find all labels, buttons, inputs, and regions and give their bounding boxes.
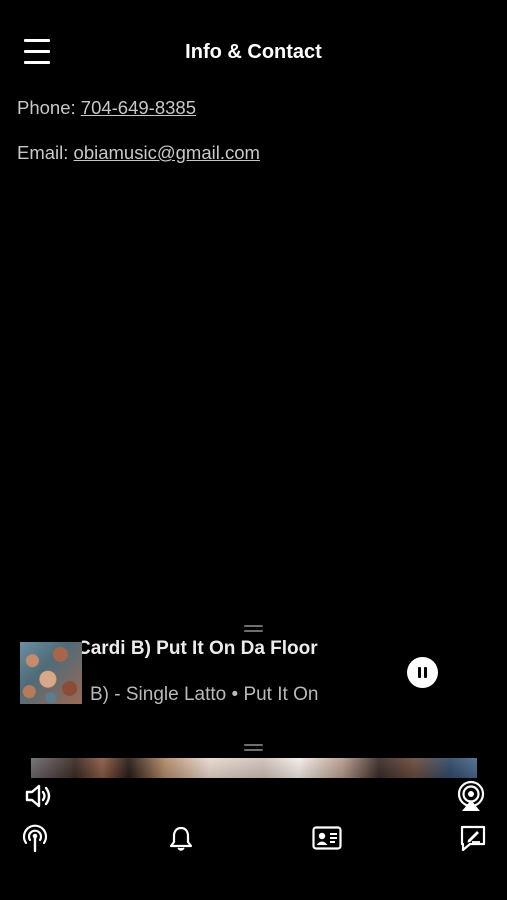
player-drag-handle[interactable] [244, 625, 263, 633]
contact-card-icon[interactable] [312, 826, 342, 850]
pause-button[interactable] [407, 657, 438, 688]
phone-label: Phone: [17, 97, 76, 118]
compose-message-icon[interactable] [459, 824, 487, 851]
airplay-icon[interactable] [455, 780, 487, 812]
speaker-volume-icon[interactable] [24, 782, 54, 810]
email-label: Email: [17, 142, 69, 163]
email-line: Email: obiamusic@gmail.com [17, 142, 260, 164]
email-link[interactable]: obiamusic@gmail.com [74, 142, 260, 163]
mini-player[interactable]: Cardi B) Put It On Da Floor B) - Single … [0, 636, 507, 716]
album-art [20, 642, 82, 704]
app-header: Info & Contact [0, 0, 507, 90]
track-subtitle: B) - Single Latto • Put It On [82, 684, 350, 710]
pause-icon [418, 667, 421, 678]
podcast-broadcast-icon[interactable] [21, 823, 49, 853]
phone-line: Phone: 704-649-8385 [17, 97, 196, 119]
bell-icon[interactable] [169, 826, 193, 853]
track-subtitle-text: B) - Single Latto • Put It On [90, 684, 319, 705]
video-player[interactable] [31, 758, 477, 778]
track-title: Cardi B) Put It On Da Floor [82, 638, 350, 664]
phone-link[interactable]: 704-649-8385 [81, 97, 196, 118]
video-drag-handle[interactable] [244, 744, 263, 752]
track-title-text: Cardi B) Put It On Da Floor [82, 638, 318, 659]
page-title: Info & Contact [185, 41, 322, 63]
